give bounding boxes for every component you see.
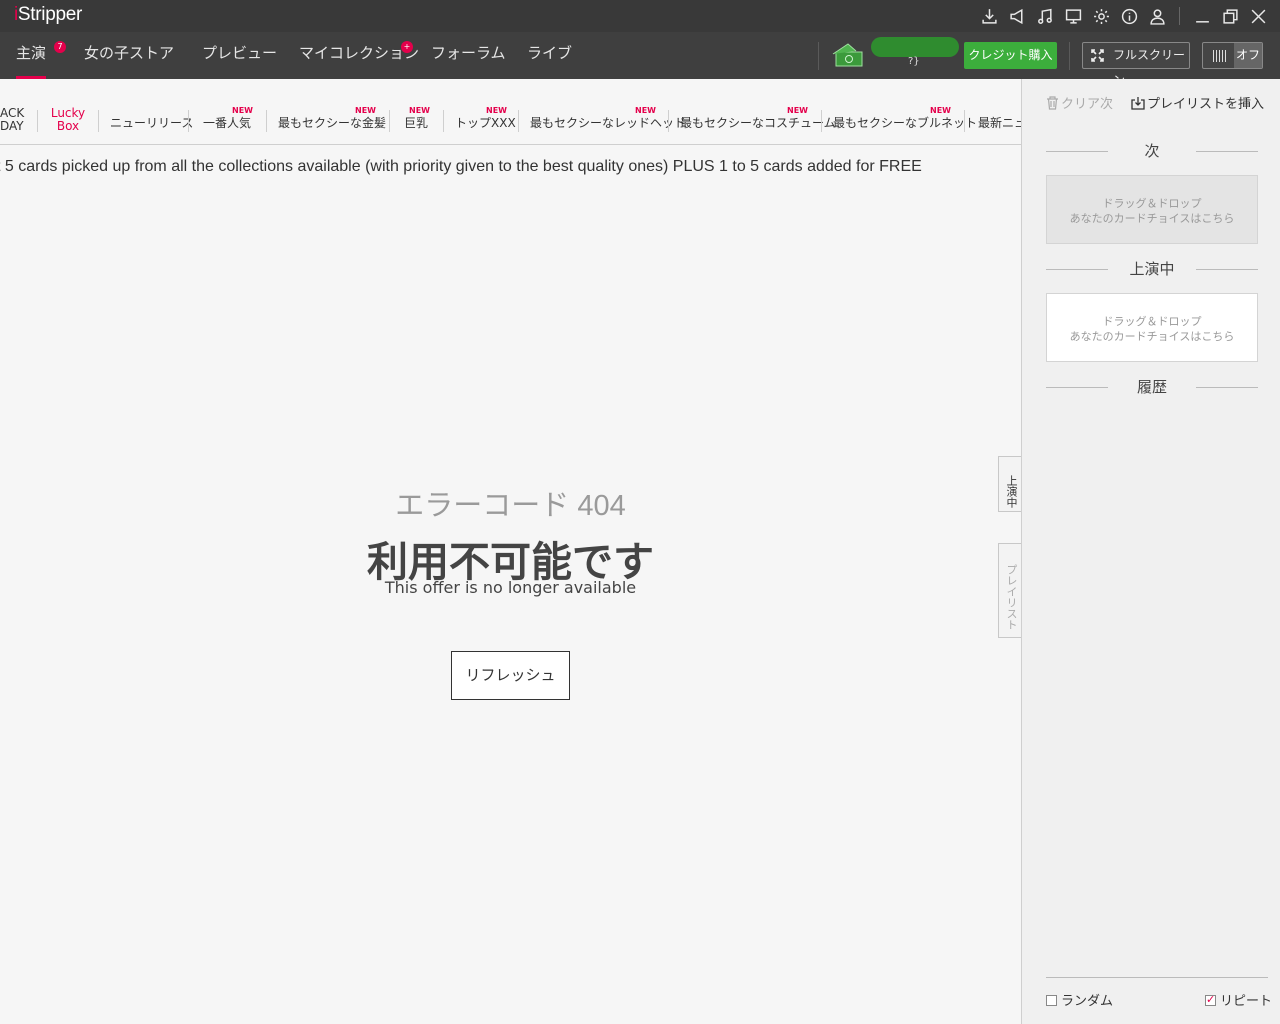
refresh-button[interactable]: リフレッシュ — [451, 651, 570, 700]
nav-tab-store[interactable]: 女の子ストア — [84, 32, 174, 79]
category-tabs: ACK DAY Lucky Box ニューリリース NEW 一番人気 NEW 最もセクシ… — [0, 79, 1021, 145]
error-code: エラーコード 404 — [395, 490, 626, 522]
clear-next-button[interactable]: クリア次 — [1046, 93, 1113, 112]
credit-balance-redacted — [871, 37, 959, 57]
playlist-panel: クリア次 プレイリストを挿入 次 ドラッグ＆ドロップ あなたのカードチョイスはこち… — [1021, 79, 1280, 1024]
nav-separator — [1069, 42, 1070, 70]
category-tab-sexiest-costumes[interactable]: NEW 最もセクシーなコスチューム — [680, 79, 836, 144]
random-checkbox-box[interactable] — [1046, 995, 1057, 1006]
drop-zone-now-playing[interactable]: ドラッグ＆ドロップ あなたのカードチョイスはこちら — [1046, 293, 1258, 362]
credit-balance-text: ?} — [908, 56, 920, 67]
side-tab-now-playing[interactable]: 上演中 — [998, 456, 1021, 512]
section-history: 履歴 — [1046, 376, 1258, 396]
category-tab-back-day[interactable]: ACK DAY — [0, 79, 26, 144]
category-tab-top-xxx[interactable]: NEW トップXXX — [455, 79, 516, 144]
category-tab-lucky-box[interactable]: Lucky Box — [48, 79, 88, 144]
nav-separator — [818, 42, 819, 70]
drop-zone-next[interactable]: ドラッグ＆ドロップ あなたのカードチョイスはこちら — [1046, 175, 1258, 244]
close-icon[interactable] — [1244, 0, 1272, 32]
section-now-playing: 上演中 — [1046, 258, 1258, 278]
fullscreen-button[interactable]: フルスクリーン — [1082, 42, 1190, 87]
section-next: 次 — [1046, 140, 1258, 160]
insert-playlist-button[interactable]: プレイリストを挿入 — [1131, 93, 1264, 112]
nav-tab-forum[interactable]: フォーラム — [431, 32, 506, 79]
app-logo: iStripper — [14, 4, 83, 25]
title-bar: iStripper — [0, 0, 1280, 32]
monitor-icon[interactable] — [1059, 0, 1087, 32]
titlebar-separator — [1179, 7, 1180, 25]
nav-tab-live[interactable]: ライブ — [527, 32, 572, 79]
buy-credits-button[interactable]: クレジット購入 — [964, 42, 1057, 69]
download-icon[interactable] — [975, 0, 1003, 32]
nav-badge-collection: + — [401, 41, 413, 53]
promo-ticker: t 5 cards picked up from all the collect… — [0, 158, 922, 175]
random-checkbox[interactable]: ランダム — [1046, 990, 1113, 1009]
bars-icon — [1203, 43, 1235, 68]
nav-tab-preview[interactable]: プレビュー — [202, 32, 277, 79]
category-tab-sexiest-redheads[interactable]: NEW 最もセクシーなレッドヘッド — [530, 79, 686, 144]
info-icon[interactable] — [1115, 0, 1143, 32]
fullscreen-icon — [1091, 49, 1104, 62]
money-icon[interactable] — [830, 42, 866, 70]
minimize-icon[interactable] — [1188, 0, 1216, 32]
side-tab-playlist[interactable]: プレイリスト — [998, 543, 1021, 638]
gear-icon[interactable] — [1087, 0, 1115, 32]
trash-icon — [1047, 96, 1058, 110]
category-tab-sexiest-brunettes[interactable]: NEW 最もセクシーなブルネット — [833, 79, 977, 144]
nav-tab-my-collection[interactable]: マイコレクション — [299, 32, 419, 79]
user-icon[interactable] — [1143, 0, 1171, 32]
insert-icon — [1131, 97, 1145, 110]
error-subtitle: This offer is no longer available — [384, 578, 637, 597]
category-tab-big-breasts[interactable]: NEW 巨乳 — [400, 79, 432, 144]
category-tab-latest[interactable]: 最新ニュ — [978, 79, 1021, 144]
nav-badge-featured: 7 — [54, 41, 66, 53]
restore-icon[interactable] — [1216, 0, 1244, 32]
repeat-checkbox[interactable]: リピート — [1205, 990, 1272, 1009]
announce-icon[interactable] — [1003, 0, 1031, 32]
category-tab-most-popular[interactable]: NEW 一番人気 — [199, 79, 255, 144]
toggle-state-label: オフ — [1234, 43, 1262, 68]
bottom-divider — [1046, 977, 1268, 978]
music-icon[interactable] — [1031, 0, 1059, 32]
display-toggle[interactable]: オフ — [1202, 42, 1263, 69]
category-tab-sexiest-blondes[interactable]: NEW 最もセクシーな金髪 — [278, 79, 386, 144]
repeat-checkbox-box[interactable] — [1205, 993, 1216, 1006]
category-tab-new-releases[interactable]: ニューリリース — [110, 79, 193, 144]
nav-tab-featured[interactable]: 主演 — [16, 32, 47, 79]
